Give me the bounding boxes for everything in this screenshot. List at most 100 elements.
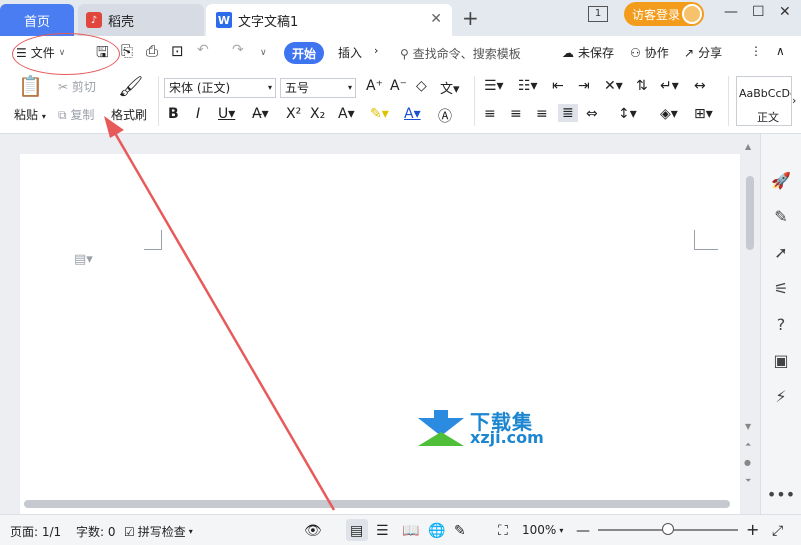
more-icon[interactable]: ••• (767, 484, 795, 504)
horizontal-scrollbar[interactable] (20, 498, 740, 510)
bold-icon[interactable]: B (168, 106, 179, 122)
unsaved-status[interactable]: ☁ 未保存 (562, 44, 614, 61)
vertical-scroll-thumb[interactable] (746, 176, 754, 250)
print-icon[interactable]: ⎙ (146, 42, 158, 60)
italic-icon[interactable]: I (196, 106, 200, 122)
document-page[interactable]: ▤▾ (20, 154, 740, 514)
paragraph-options-icon[interactable]: ▤▾ (74, 252, 93, 267)
cut-button[interactable]: ✂ 剪切 (58, 78, 96, 95)
window-count-button[interactable]: 1 (588, 6, 608, 22)
page-count[interactable]: 页面: 1/1 (10, 523, 61, 540)
tab-document[interactable]: W 文字文稿1 ✕ (206, 4, 452, 36)
maximize-icon[interactable]: ☐ (752, 4, 765, 20)
distribute-icon[interactable]: ⇔ (586, 106, 598, 122)
decrease-indent-icon[interactable]: ⇤ (552, 78, 564, 94)
style-scroll-icon[interactable]: › (792, 94, 796, 107)
char-border-icon[interactable]: Ⓐ (438, 106, 452, 126)
outline-view-icon[interactable]: ☰ (376, 523, 389, 539)
share-button[interactable]: ↗ 分享 (684, 44, 722, 61)
more-tabs-icon[interactable]: › (374, 44, 378, 57)
image-icon[interactable]: ▣ (771, 350, 791, 370)
brush-icon[interactable]: 🖌 (118, 74, 143, 98)
rocket-icon[interactable]: 🚀 (771, 170, 791, 190)
select-browse-icon[interactable]: ● (744, 458, 751, 467)
window-close-icon[interactable]: ✕ (779, 4, 791, 20)
login-button[interactable]: 访客登录 (624, 2, 704, 26)
show-marks-icon[interactable]: ↵▾ (660, 78, 679, 94)
border-icon[interactable]: ⊞▾ (694, 106, 713, 122)
highlight-icon[interactable]: ✎▾ (370, 106, 389, 122)
print-preview-icon[interactable]: ⊡ (171, 42, 184, 60)
copy-button[interactable]: ⧉ 复制 (58, 106, 94, 123)
superscript-icon[interactable]: X² (286, 106, 301, 122)
minimize-icon[interactable]: — (724, 4, 738, 20)
grow-font-icon[interactable]: A⁺ (366, 78, 383, 94)
underline-icon[interactable]: U▾ (218, 106, 235, 122)
align-right-icon[interactable]: ≡ (536, 106, 548, 122)
line-spacing-icon[interactable]: ↕▾ (618, 106, 637, 122)
eye-icon[interactable]: 👁 (304, 523, 322, 539)
scroll-up-icon[interactable]: ▲ (745, 142, 751, 151)
sort-icon[interactable]: ⇅ (636, 78, 648, 94)
tab-insert[interactable]: 插入 (338, 44, 362, 61)
subscript-icon[interactable]: X₂ (310, 106, 325, 122)
prev-page-icon[interactable]: ⏶ (745, 440, 751, 450)
redo-icon[interactable]: ↷ (232, 42, 244, 58)
justify-icon[interactable]: ≣ (558, 104, 578, 122)
collapse-ribbon-icon[interactable]: ∧ (776, 44, 785, 58)
tab-daoke[interactable]: ♪ 稻壳 (78, 4, 204, 36)
help-icon[interactable]: ? (771, 314, 791, 334)
adjust-icon[interactable]: ⚟ (771, 278, 791, 298)
shading-icon[interactable]: ◈▾ (660, 106, 678, 122)
align-left-icon[interactable]: ≡ (484, 106, 496, 122)
char-spacing-icon[interactable]: ↔ (694, 78, 706, 94)
reading-view-icon[interactable]: 📖 (402, 523, 419, 539)
undo-icon[interactable]: ↶ (197, 42, 209, 58)
document-area: ▤▾ (0, 134, 760, 514)
text-effect-icon[interactable]: A▾ (338, 106, 355, 122)
word-count[interactable]: 字数: 0 (76, 523, 116, 540)
paste-button[interactable]: 粘贴 ▾ (14, 106, 46, 123)
next-page-icon[interactable]: ⏷ (745, 476, 751, 486)
page-view-icon[interactable]: ▤ (350, 523, 363, 539)
quick-access-dropdown-icon[interactable]: ∨ (260, 48, 267, 58)
spell-check[interactable]: ☑ 拼写检查 ▾ (124, 523, 193, 540)
zoom-out-icon[interactable]: — (576, 523, 590, 539)
zoom-in-icon[interactable]: + (746, 520, 759, 539)
new-tab-button[interactable]: + (462, 6, 479, 30)
horizontal-scroll-thumb[interactable] (24, 500, 730, 508)
bullet-list-icon[interactable]: ☰▾ (484, 78, 504, 94)
strikethrough-icon[interactable]: A̶▾ (252, 106, 269, 122)
export-pdf-icon[interactable]: ⎘ (121, 42, 133, 60)
command-search[interactable]: ⚲ 查找命令、搜索模板 (400, 45, 521, 62)
format-painter-button[interactable]: 格式刷 (111, 106, 147, 123)
cursor-icon[interactable]: ➚ (771, 242, 791, 262)
shrink-font-icon[interactable]: A⁻ (390, 78, 407, 94)
font-size-select[interactable]: 五号 ▾ (280, 78, 356, 98)
bolt-icon[interactable]: ⚡ (771, 386, 791, 406)
pen-icon[interactable]: ✎ (771, 206, 791, 226)
tab-close-icon[interactable]: ✕ (430, 11, 442, 27)
chinese-layout-icon[interactable]: ✕▾ (604, 78, 623, 94)
zoom-slider-knob[interactable] (662, 523, 674, 535)
vertical-scrollbar[interactable]: ▲ ▼ ⏶ ● ⏷ (741, 140, 759, 500)
collaborate-button[interactable]: ⚇ 协作 (630, 44, 669, 61)
write-view-icon[interactable]: ✎ (454, 523, 466, 539)
fit-page-icon[interactable]: ⛶ (498, 523, 508, 539)
style-normal[interactable]: AaBbCcDd 正文 (736, 76, 792, 126)
increase-indent-icon[interactable]: ⇥ (578, 78, 590, 94)
fullscreen-icon[interactable]: ⤢ (772, 523, 783, 539)
clipboard-icon[interactable]: 📋 (18, 74, 43, 98)
align-center-icon[interactable]: ≡ (510, 106, 522, 122)
tab-start[interactable]: 开始 (284, 42, 324, 64)
clear-format-icon[interactable]: ◇ (416, 78, 427, 94)
font-color-icon[interactable]: A▾ (404, 106, 421, 122)
more-icon[interactable]: ⋮ (750, 44, 762, 58)
phonetic-icon[interactable]: 文▾ (440, 78, 460, 97)
scroll-down-icon[interactable]: ▼ (745, 422, 751, 431)
font-name-select[interactable]: 宋体 (正文) ▾ (164, 78, 276, 98)
web-view-icon[interactable]: 🌐 (428, 523, 445, 539)
tab-home[interactable]: 首页 (0, 4, 74, 36)
zoom-level[interactable]: 100% ▾ (522, 523, 563, 537)
numbered-list-icon[interactable]: ☷▾ (518, 78, 538, 94)
